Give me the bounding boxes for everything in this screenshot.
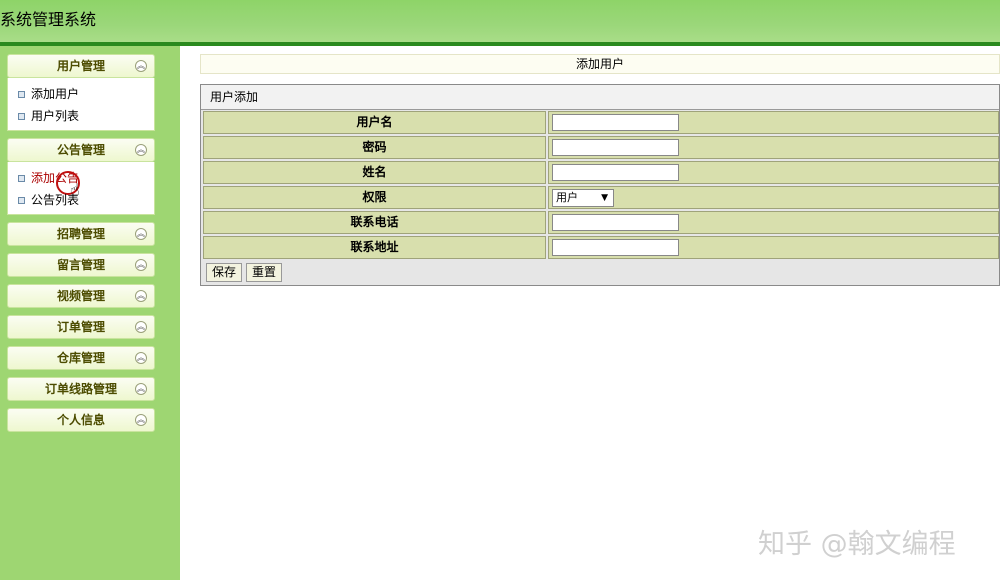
form-row-password: 密码 [201,135,999,160]
username-input[interactable] [552,114,679,131]
sidebar-group-orders: 订单管理 ︽ [7,315,155,339]
expand-icon[interactable]: ︽ [135,321,147,333]
sidebar-group-order-routes: 订单线路管理 ︽ [7,377,155,401]
address-input[interactable] [552,239,679,256]
sidebar-item-add-user[interactable]: 添加用户 [8,84,154,106]
collapse-icon[interactable]: ︽ [135,144,147,156]
form-actions: 保存 重置 [201,261,999,285]
sidebar-group-recruitment: 招聘管理 ︽ [7,222,155,246]
sidebar-group-body: 添加公告 ☝ 公告列表 [7,162,155,215]
sidebar-group-label: 个人信息 [56,413,105,427]
phone-input[interactable] [552,214,679,231]
reset-button[interactable]: 重置 [246,263,283,282]
sidebar-item-label: 用户列表 [31,109,80,123]
user-add-form: 用户添加 用户名 密码 姓名 权限 用户 ▼ 联系电话 联系地址 保存 重置 [200,84,1000,286]
sidebar: 用户管理 ︽ 添加用户 用户列表 公告管理 ︽ 添加公告 ☝ 公告列表 招聘管理… [0,46,180,580]
field-label: 用户名 [203,111,546,134]
app-title: 系统管理系统 [0,10,97,29]
sidebar-item-label: 添加用户 [31,87,80,101]
sidebar-item-notice-list[interactable]: 公告列表 [8,190,154,212]
bullet-icon [18,197,25,204]
sidebar-group-header[interactable]: 用户管理 ︽ [7,54,155,78]
collapse-icon[interactable]: ︽ [135,60,147,72]
form-row-address: 联系地址 [201,235,999,260]
sidebar-group-header[interactable]: 订单线路管理 ︽ [7,377,155,401]
expand-icon[interactable]: ︽ [135,383,147,395]
field-cell [548,111,999,134]
dropdown-arrow-icon: ▼ [601,193,608,203]
sidebar-group-label: 仓库管理 [56,351,105,365]
field-cell [548,236,999,259]
field-cell [548,136,999,159]
form-row-phone: 联系电话 [201,210,999,235]
sidebar-group-label: 订单管理 [56,320,105,334]
expand-icon[interactable]: ︽ [135,414,147,426]
sidebar-item-label: 公告列表 [31,193,80,207]
expand-icon[interactable]: ︽ [135,228,147,240]
form-caption: 用户添加 [201,85,999,110]
permission-select-value: 用户 [556,191,578,204]
sidebar-group-profile: 个人信息 ︽ [7,408,155,432]
sidebar-group-header[interactable]: 订单管理 ︽ [7,315,155,339]
sidebar-group-label: 视频管理 [56,289,105,303]
expand-icon[interactable]: ︽ [135,352,147,364]
field-cell: 用户 ▼ [548,186,999,209]
save-button[interactable]: 保存 [206,263,243,282]
sidebar-group-header[interactable]: 招聘管理 ︽ [7,222,155,246]
form-row-permission: 权限 用户 ▼ [201,185,999,210]
sidebar-group-label: 用户管理 [56,59,105,73]
page-title: 添加用户 [200,54,1000,74]
sidebar-group-label: 招聘管理 [56,227,105,241]
sidebar-item-user-list[interactable]: 用户列表 [8,106,154,128]
form-row-username: 用户名 [201,110,999,135]
password-input[interactable] [552,139,679,156]
name-input[interactable] [552,164,679,181]
expand-icon[interactable]: ︽ [135,290,147,302]
sidebar-group-messages: 留言管理 ︽ [7,253,155,277]
bullet-icon [18,91,25,98]
watermark: 知乎 @翰文编程 [758,529,956,560]
sidebar-group-body: 添加用户 用户列表 [7,78,155,131]
permission-select[interactable]: 用户 ▼ [552,189,614,207]
sidebar-item-add-notice[interactable]: 添加公告 ☝ [8,168,154,199]
field-label: 权限 [203,186,546,209]
sidebar-group-header[interactable]: 留言管理 ︽ [7,253,155,277]
field-label: 姓名 [203,161,546,184]
bullet-icon [18,113,25,120]
sidebar-group-label: 留言管理 [56,258,105,272]
sidebar-group-label: 订单线路管理 [44,382,117,396]
expand-icon[interactable]: ︽ [135,259,147,271]
sidebar-group-header[interactable]: 仓库管理 ︽ [7,346,155,370]
bullet-icon [18,175,25,182]
field-label: 联系地址 [203,236,546,259]
form-row-name: 姓名 [201,160,999,185]
sidebar-group-warehouse: 仓库管理 ︽ [7,346,155,370]
sidebar-group-header[interactable]: 视频管理 ︽ [7,284,155,308]
sidebar-group-label: 公告管理 [56,143,105,157]
field-cell [548,161,999,184]
field-label: 密码 [203,136,546,159]
sidebar-group-header[interactable]: 公告管理 ︽ [7,138,155,162]
sidebar-group-user-management: 用户管理 ︽ 添加用户 用户列表 [7,54,155,131]
sidebar-group-videos: 视频管理 ︽ [7,284,155,308]
sidebar-group-header[interactable]: 个人信息 ︽ [7,408,155,432]
sidebar-group-notice-management: 公告管理 ︽ 添加公告 ☝ 公告列表 [7,138,155,215]
header: 系统管理系统 [0,0,1000,42]
field-label: 联系电话 [203,211,546,234]
field-cell [548,211,999,234]
